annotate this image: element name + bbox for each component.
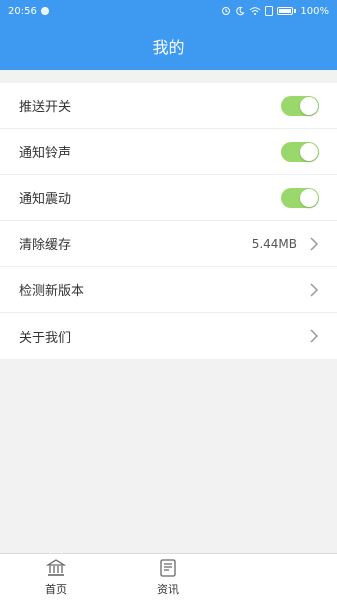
chevron-right-icon [310,236,319,251]
toggle-knob [300,188,318,207]
row-right: 5.44MB [252,236,319,252]
toggle-knob [300,142,318,161]
push-toggle[interactable] [281,95,319,116]
status-right: 100% [221,6,329,17]
menu-item-label: 清除缓存 [19,238,72,253]
battery-cap [294,9,297,13]
sim-icon [265,6,274,16]
menu-item-label: 推送开关 [19,100,72,115]
menu-item-label: 检测新版本 [19,284,85,299]
ringtone-toggle[interactable] [281,141,319,162]
bank-icon [46,558,66,576]
tab-label: 首页 [45,582,67,596]
tab-home[interactable]: 首页 [0,554,112,600]
menu-item-push-toggle: 推送开关 [0,83,337,129]
page-header: 我的 [0,22,337,70]
toggle-knob [300,96,318,115]
moon-icon [236,6,246,16]
tab-label: 资讯 [157,582,179,596]
wifi-icon [250,7,261,15]
battery-icon [277,7,294,15]
tab-news[interactable]: 资讯 [112,554,224,600]
menu-item-vibration: 通知震动 [0,175,337,221]
cache-size: 5.44MB [251,236,297,251]
notification-dot-icon [40,7,49,15]
battery-level: 100% [300,5,329,17]
settings-list: 推送开关 通知铃声 通知震动 清除缓存 5.44MB 检测新版本 关于我们 [0,83,337,359]
status-left: 20:56 [8,6,49,17]
menu-item-clear-cache[interactable]: 清除缓存 5.44MB [0,221,337,267]
status-time: 20:56 [8,5,37,17]
alarm-icon [222,7,231,15]
menu-item-check-update[interactable]: 检测新版本 [0,267,337,313]
vibration-toggle[interactable] [281,187,319,208]
bottom-tab-bar: 首页 资讯 [0,553,337,600]
document-icon [160,558,176,577]
menu-item-about[interactable]: 关于我们 [0,313,337,359]
page-title: 我的 [152,38,185,57]
status-bar: 20:56 100% [0,0,337,22]
chevron-right-icon [310,282,319,297]
chevron-right-icon [310,329,319,343]
menu-item-label: 关于我们 [19,330,72,346]
menu-item-label: 通知铃声 [19,146,72,161]
menu-item-ringtone: 通知铃声 [0,129,337,175]
menu-item-label: 通知震动 [19,192,72,207]
